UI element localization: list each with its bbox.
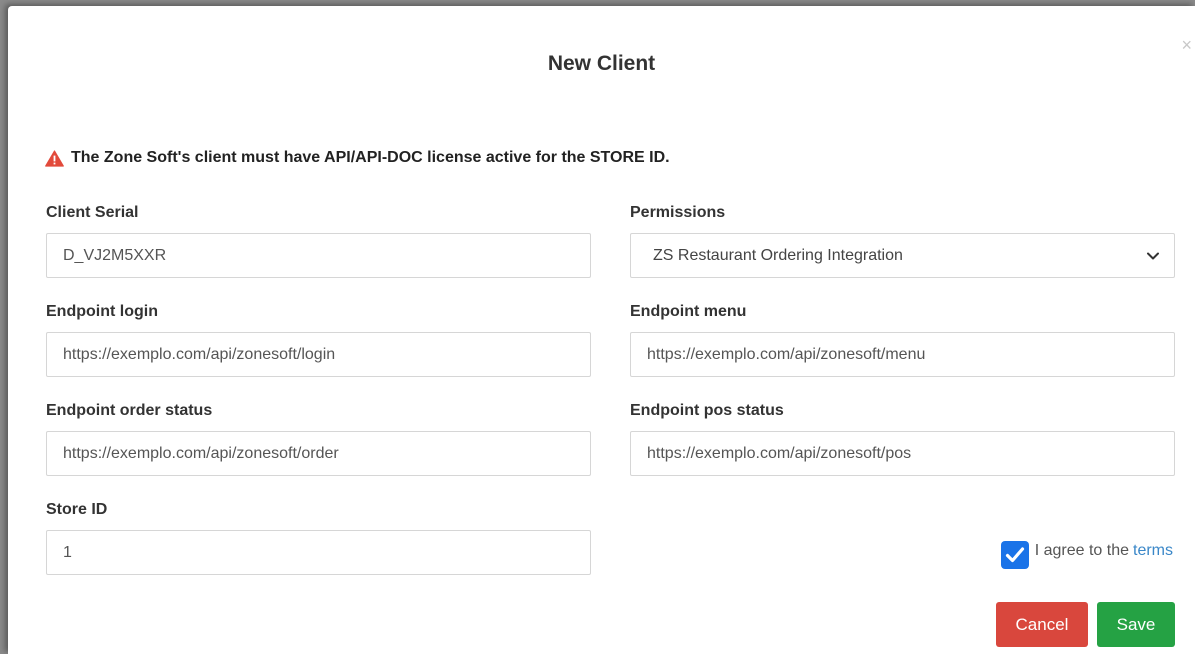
endpoint-pos-status-label: Endpoint pos status — [630, 402, 784, 419]
save-button[interactable]: Save — [1097, 602, 1175, 647]
agree-text: I agree to the — [1034, 542, 1129, 559]
endpoint-order-status-input[interactable] — [46, 431, 591, 476]
client-serial-input[interactable] — [46, 233, 591, 278]
agree-checkbox[interactable] — [1000, 541, 1029, 569]
store-id-input[interactable] — [46, 530, 591, 575]
new-client-modal: × New Client The Zone Soft's client must… — [8, 6, 1195, 654]
warning-text: The Zone Soft's client must have API/API… — [71, 149, 670, 166]
modal-title: New Client — [547, 52, 656, 75]
warning-triangle-icon — [45, 149, 64, 167]
endpoint-login-label: Endpoint login — [46, 303, 158, 320]
permissions-select[interactable]: ZS Restaurant Ordering Integration — [630, 233, 1175, 278]
permissions-label: Permissions — [630, 204, 726, 221]
terms-link[interactable]: terms — [1133, 542, 1173, 560]
license-warning: The Zone Soft's client must have API/API… — [45, 149, 670, 167]
endpoint-menu-input[interactable] — [630, 332, 1175, 377]
endpoint-menu-label: Endpoint menu — [630, 303, 747, 320]
endpoint-order-status-label: Endpoint order status — [46, 402, 213, 419]
cancel-button[interactable]: Cancel — [996, 602, 1088, 647]
client-serial-label: Client Serial — [46, 204, 139, 221]
agree-terms: I agree to the terms — [1000, 533, 1173, 569]
permissions-selected-value: ZS Restaurant Ordering Integration — [653, 246, 903, 264]
checkmark-icon — [1005, 547, 1024, 563]
endpoint-pos-status-input[interactable] — [630, 431, 1175, 476]
endpoint-login-input[interactable] — [46, 332, 591, 377]
store-id-label: Store ID — [46, 501, 108, 518]
chevron-down-icon — [1147, 252, 1159, 259]
